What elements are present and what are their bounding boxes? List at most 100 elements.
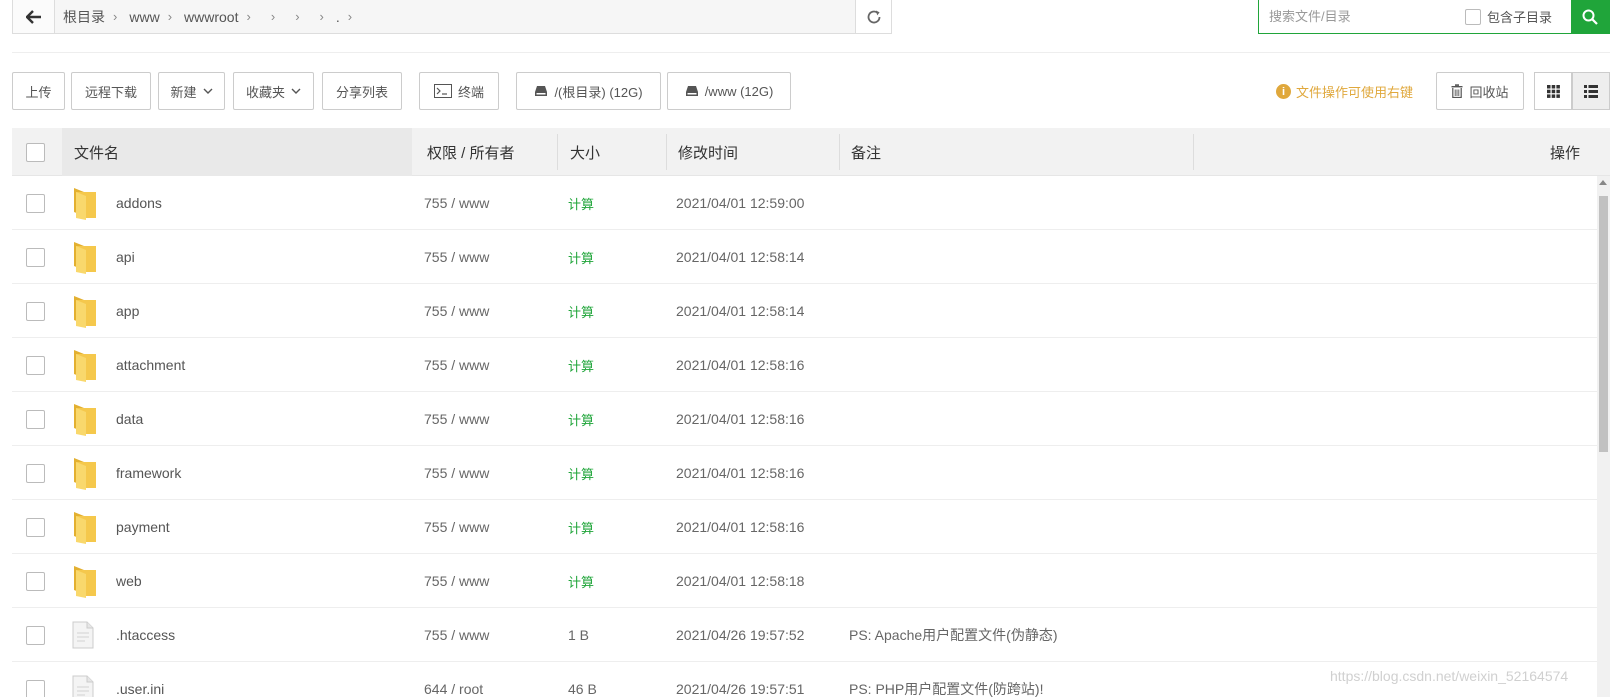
recycle-bin-button[interactable]: 回收站	[1436, 72, 1524, 110]
row-checkbox[interactable]	[26, 301, 45, 321]
new-dropdown-button[interactable]: 新建	[158, 72, 225, 110]
file-name[interactable]: addons	[116, 176, 162, 230]
upload-button[interactable]: 上传	[12, 72, 65, 110]
grid-view-button[interactable]	[1534, 72, 1572, 110]
file-permission[interactable]: 755 / www	[424, 392, 489, 446]
share-list-button[interactable]: 分享列表	[322, 72, 402, 110]
calculate-size-link[interactable]: 计算	[568, 230, 594, 284]
breadcrumb-item-wwwroot[interactable]: wwwroot	[184, 9, 238, 25]
row-checkbox[interactable]	[26, 409, 45, 429]
table-row[interactable]: addons 755 / www 计算 2021/04/01 12:59:00	[12, 176, 1597, 230]
chevron-right-icon: ›	[246, 9, 251, 24]
upload-label: 上传	[25, 84, 52, 100]
file-name[interactable]: attachment	[116, 338, 185, 392]
trash-icon	[1451, 84, 1463, 98]
disk-root-button[interactable]: /(根目录) (12G)	[516, 72, 661, 110]
header-name[interactable]: 文件名	[62, 128, 412, 176]
file-name[interactable]: api	[116, 230, 135, 284]
list-view-button[interactable]	[1572, 72, 1610, 110]
column-divider	[666, 134, 667, 170]
table-row[interactable]: api 755 / www 计算 2021/04/01 12:58:14	[12, 230, 1597, 284]
remote-download-label: 远程下载	[84, 84, 137, 100]
scroll-up-arrow[interactable]	[1599, 180, 1607, 185]
calculate-size-link[interactable]: 计算	[568, 500, 594, 554]
file-mtime: 2021/04/01 12:58:16	[676, 519, 805, 535]
file-permission[interactable]: 755 / www	[424, 284, 489, 338]
column-divider	[557, 134, 558, 170]
row-checkbox[interactable]	[26, 247, 45, 267]
column-divider	[1193, 134, 1194, 170]
table-row[interactable]: web 755 / www 计算 2021/04/01 12:58:18	[12, 554, 1597, 608]
favorites-dropdown-button[interactable]: 收藏夹	[233, 72, 314, 110]
breadcrumb: 根目录 › www › wwwroot › › › › . ›	[55, 0, 855, 33]
table-row[interactable]: app 755 / www 计算 2021/04/01 12:58:14	[12, 284, 1597, 338]
table-row[interactable]: attachment 755 / www 计算 2021/04/01 12:58:16	[12, 338, 1597, 392]
table-row[interactable]: payment 755 / www 计算 2021/04/01 12:58:16	[12, 500, 1597, 554]
header-mtime[interactable]: 修改时间	[678, 128, 738, 176]
scrollbar-thumb[interactable]	[1599, 196, 1608, 452]
row-checkbox[interactable]	[26, 193, 45, 213]
breadcrumb-item-root[interactable]: 根目录	[63, 7, 105, 27]
calculate-size-link[interactable]: 计算	[568, 554, 594, 608]
file-name[interactable]: .user.ini	[116, 662, 164, 697]
refresh-icon	[867, 10, 880, 23]
row-checkbox[interactable]	[26, 355, 45, 375]
file-name[interactable]: data	[116, 392, 143, 446]
search-icon	[1582, 9, 1598, 25]
breadcrumb-item-www[interactable]: www	[129, 9, 159, 25]
table-row[interactable]: .htaccess 755 / www 1 B 2021/04/26 19:57:52…	[12, 608, 1597, 662]
terminal-button[interactable]: 终端	[419, 72, 499, 110]
select-all-checkbox[interactable]	[26, 142, 45, 162]
breadcrumb-item-current[interactable]: .	[336, 9, 340, 25]
back-button[interactable]	[13, 0, 55, 33]
terminal-label: 终端	[457, 84, 484, 100]
file-permission[interactable]: 755 / www	[424, 446, 489, 500]
file-mtime: 2021/04/01 12:58:14	[676, 249, 805, 265]
hard-drive-icon	[685, 86, 698, 96]
row-checkbox[interactable]	[26, 625, 45, 645]
table-row[interactable]: framework 755 / www 计算 2021/04/01 12:58:16	[12, 446, 1597, 500]
file-name[interactable]: payment	[116, 500, 170, 554]
include-subdir-checkbox[interactable]	[1465, 8, 1481, 25]
row-checkbox[interactable]	[26, 679, 45, 697]
chevron-right-icon: ›	[319, 9, 324, 24]
folder-icon	[72, 338, 98, 392]
vertical-scrollbar[interactable]	[1597, 176, 1610, 697]
file-permission[interactable]: 755 / www	[424, 176, 489, 230]
header-note: 备注	[851, 128, 881, 176]
file-name[interactable]: web	[116, 554, 142, 608]
file-permission[interactable]: 755 / www	[424, 338, 489, 392]
file-note[interactable]: PS: Apache用户配置文件(伪静态)	[849, 608, 1058, 662]
calculate-size-link[interactable]: 计算	[568, 284, 594, 338]
file-mtime: 2021/04/26 19:57:52	[676, 627, 805, 643]
calculate-size-link[interactable]: 计算	[568, 446, 594, 500]
calculate-size-link[interactable]: 计算	[568, 392, 594, 446]
file-name[interactable]: framework	[116, 446, 181, 500]
folder-icon	[72, 230, 98, 284]
row-checkbox[interactable]	[26, 571, 45, 591]
file-mtime: 2021/04/01 12:58:14	[676, 303, 805, 319]
file-permission[interactable]: 755 / www	[424, 500, 489, 554]
file-name[interactable]: .htaccess	[116, 608, 175, 662]
row-checkbox[interactable]	[26, 463, 45, 483]
file-permission[interactable]: 644 / root	[424, 662, 483, 697]
header-size[interactable]: 大小	[570, 128, 600, 176]
calculate-size-link[interactable]: 计算	[568, 176, 594, 230]
include-subdir-toggle[interactable]: 包含子目录	[1465, 7, 1552, 26]
calculate-size-link[interactable]: 计算	[568, 338, 594, 392]
file-permission[interactable]: 755 / www	[424, 608, 489, 662]
file-permission[interactable]: 755 / www	[424, 554, 489, 608]
row-checkbox[interactable]	[26, 517, 45, 537]
table-row[interactable]: data 755 / www 计算 2021/04/01 12:58:16	[12, 392, 1597, 446]
header-perm[interactable]: 权限 / 所有者	[427, 128, 515, 176]
chevron-down-icon	[291, 88, 301, 94]
file-note[interactable]: PS: PHP用户配置文件(防跨站)!	[849, 662, 1043, 697]
file-icon	[72, 662, 94, 697]
remote-download-button[interactable]: 远程下载	[71, 72, 151, 110]
file-permission[interactable]: 755 / www	[424, 230, 489, 284]
search-input[interactable]	[1259, 1, 1459, 32]
file-name[interactable]: app	[116, 284, 139, 338]
refresh-button[interactable]	[855, 0, 891, 33]
search-button[interactable]	[1571, 0, 1609, 34]
disk-www-button[interactable]: /www (12G)	[667, 72, 791, 110]
